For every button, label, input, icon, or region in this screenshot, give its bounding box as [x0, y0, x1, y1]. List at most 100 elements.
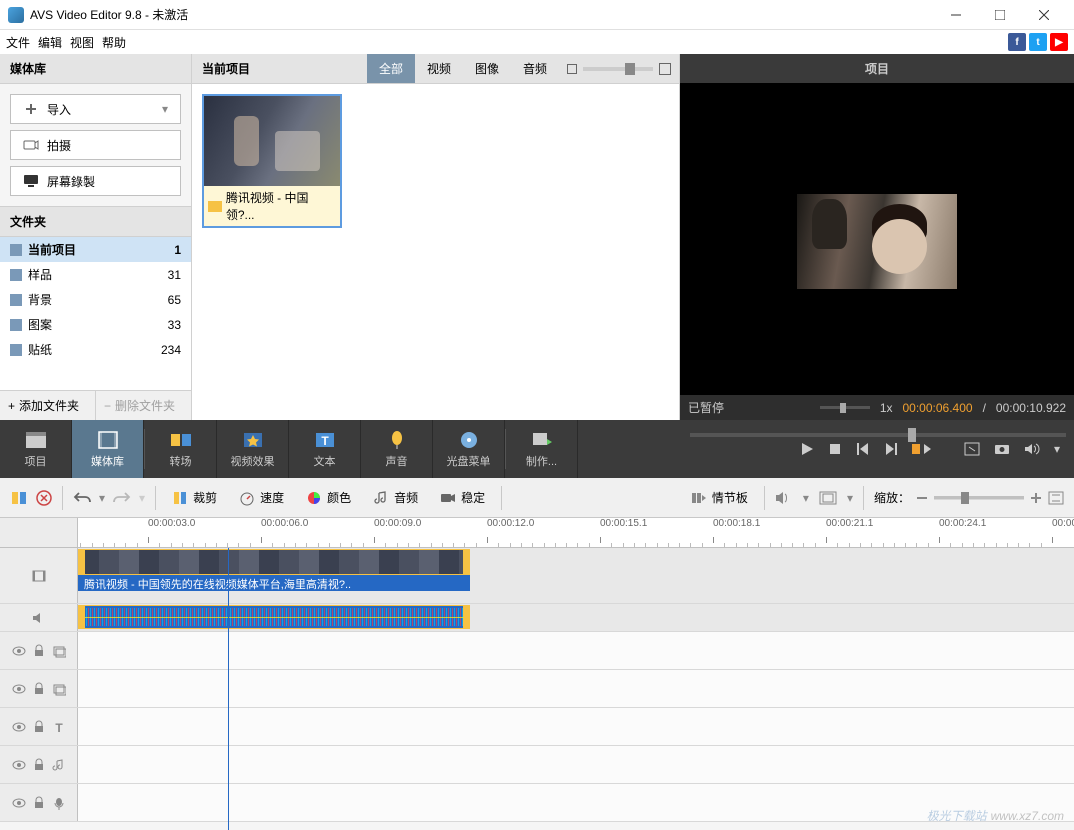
video-clip[interactable] [78, 549, 470, 575]
delete-folder-button[interactable]: −删除文件夹 [96, 391, 191, 420]
twitter-icon[interactable]: t [1029, 33, 1047, 51]
speed-button[interactable]: 速度 [233, 485, 290, 510]
chevron-down-icon: ▾ [162, 102, 168, 116]
zoom-in-icon[interactable] [1030, 492, 1042, 504]
thumbnail-zoom-slider[interactable] [583, 67, 653, 71]
disc-menu-tab[interactable]: 光盘菜单 [433, 420, 505, 478]
lock-icon[interactable] [32, 796, 46, 810]
storyboard-button[interactable]: 情节板 [685, 485, 754, 510]
zoom-label: 缩放： [874, 489, 910, 506]
chevron-down-icon[interactable]: ▾ [139, 491, 145, 505]
aspect-button[interactable] [819, 491, 837, 505]
folder-item-samples[interactable]: 样品 31 [0, 262, 191, 287]
plus-icon [23, 102, 39, 116]
preview-viewport[interactable] [680, 83, 1074, 395]
thumbnail-large-icon[interactable] [659, 63, 671, 75]
camera-icon [440, 490, 456, 506]
eye-icon[interactable] [12, 720, 26, 734]
audio-clip[interactable] [78, 605, 470, 629]
ruler-tick: 00:00:12.0 [487, 518, 534, 529]
video-badge-icon [208, 201, 222, 212]
timeline-zoom-slider[interactable] [934, 496, 1024, 500]
overlay-track-2[interactable] [78, 670, 1074, 707]
screen-record-button[interactable]: 屏幕錄製 [10, 166, 181, 196]
video-track[interactable]: 腾讯视频 - 中国领先的在线视频媒体平台,海里高清视?.. [78, 548, 1074, 603]
fit-zoom-icon[interactable] [1048, 491, 1064, 505]
minus-icon: − [104, 399, 111, 413]
main-audio-track[interactable] [78, 604, 1074, 631]
capture-button[interactable]: 拍摄 [10, 130, 181, 160]
text-track[interactable] [78, 708, 1074, 745]
chevron-down-icon[interactable]: ▾ [847, 491, 853, 505]
eye-icon[interactable] [12, 682, 26, 696]
music-track[interactable] [78, 746, 1074, 783]
folder-item-backgrounds[interactable]: 背景 65 [0, 287, 191, 312]
thumbnail-image [204, 96, 340, 186]
maximize-button[interactable] [978, 0, 1022, 30]
media-thumbnail[interactable]: 腾讯视频 - 中国领?... [202, 94, 342, 228]
film-track-icon [32, 569, 46, 583]
youtube-icon[interactable]: ▶ [1050, 33, 1068, 51]
total-time: 00:00:10.922 [996, 401, 1066, 415]
text-track-icon: T [52, 720, 66, 734]
project-tab[interactable]: 项目 [0, 420, 72, 478]
eye-icon[interactable] [12, 796, 26, 810]
produce-button[interactable]: 制作... [506, 420, 578, 478]
minimize-button[interactable] [934, 0, 978, 30]
audio-edit-button[interactable]: 音频 [367, 485, 424, 510]
overlay-track-icon [52, 644, 66, 658]
text-icon: T [313, 430, 337, 450]
speed-slider[interactable] [820, 406, 870, 409]
folder-item-patterns[interactable]: 图案 33 [0, 312, 191, 337]
chevron-down-icon[interactable]: ▾ [99, 491, 105, 505]
overlay-track-1[interactable] [78, 632, 1074, 669]
voice-track[interactable] [78, 784, 1074, 821]
lock-icon[interactable] [32, 758, 46, 772]
facebook-icon[interactable]: f [1008, 33, 1026, 51]
eye-icon[interactable] [12, 644, 26, 658]
close-button[interactable] [1022, 0, 1066, 30]
star-film-icon [241, 430, 265, 450]
add-folder-button[interactable]: +添加文件夹 [0, 391, 96, 420]
zoom-out-icon[interactable] [916, 492, 928, 504]
split-button[interactable] [10, 489, 28, 507]
lock-icon[interactable] [32, 720, 46, 734]
undo-button[interactable] [73, 490, 91, 506]
import-button[interactable]: 导入 ▾ [10, 94, 181, 124]
plus-icon: + [8, 399, 15, 413]
eye-icon[interactable] [12, 758, 26, 772]
menu-help[interactable]: 帮助 [102, 34, 126, 51]
lock-icon[interactable] [32, 644, 46, 658]
folder-item-current[interactable]: 当前项目 1 [0, 237, 191, 262]
folder-item-stickers[interactable]: 贴纸 234 [0, 337, 191, 362]
thumbnail-small-icon[interactable] [567, 64, 577, 74]
trim-button[interactable]: 裁剪 [166, 485, 223, 510]
color-button[interactable]: 颜色 [300, 485, 357, 510]
lock-icon[interactable] [32, 682, 46, 696]
menu-edit[interactable]: 编辑 [38, 34, 62, 51]
media-tab-all[interactable]: 全部 [367, 54, 415, 83]
effects-tab[interactable]: 视频效果 [217, 420, 289, 478]
timeline-ruler[interactable]: 00:00:03.000:00:06.000:00:09.000:00:12.0… [78, 518, 1074, 547]
chevron-down-icon[interactable]: ▾ [803, 491, 809, 505]
ruler-tick: 00:00:24.1 [939, 518, 986, 529]
checkbox-icon [10, 294, 22, 306]
redo-button[interactable] [113, 490, 131, 506]
volume-track-button[interactable] [775, 490, 793, 506]
media-tab-image[interactable]: 图像 [463, 54, 511, 83]
export-icon [530, 430, 554, 450]
media-tab-audio[interactable]: 音频 [511, 54, 559, 83]
menu-file[interactable]: 文件 [6, 34, 30, 51]
menu-view[interactable]: 视图 [70, 34, 94, 51]
audio-tab[interactable]: 声音 [361, 420, 433, 478]
seek-slider[interactable] [690, 433, 1066, 437]
transition-tab[interactable]: 转场 [145, 420, 217, 478]
stabilize-button[interactable]: 稳定 [434, 485, 491, 510]
clip-label: 腾讯视频 - 中国领先的在线视频媒体平台,海里高清视?.. [78, 575, 470, 591]
library-tab[interactable]: 媒体库 [72, 420, 144, 478]
delete-button[interactable] [36, 490, 52, 506]
text-tab[interactable]: T 文本 [289, 420, 361, 478]
overlay-track-icon [52, 682, 66, 696]
media-tab-video[interactable]: 视频 [415, 54, 463, 83]
microphone-icon [385, 430, 409, 450]
